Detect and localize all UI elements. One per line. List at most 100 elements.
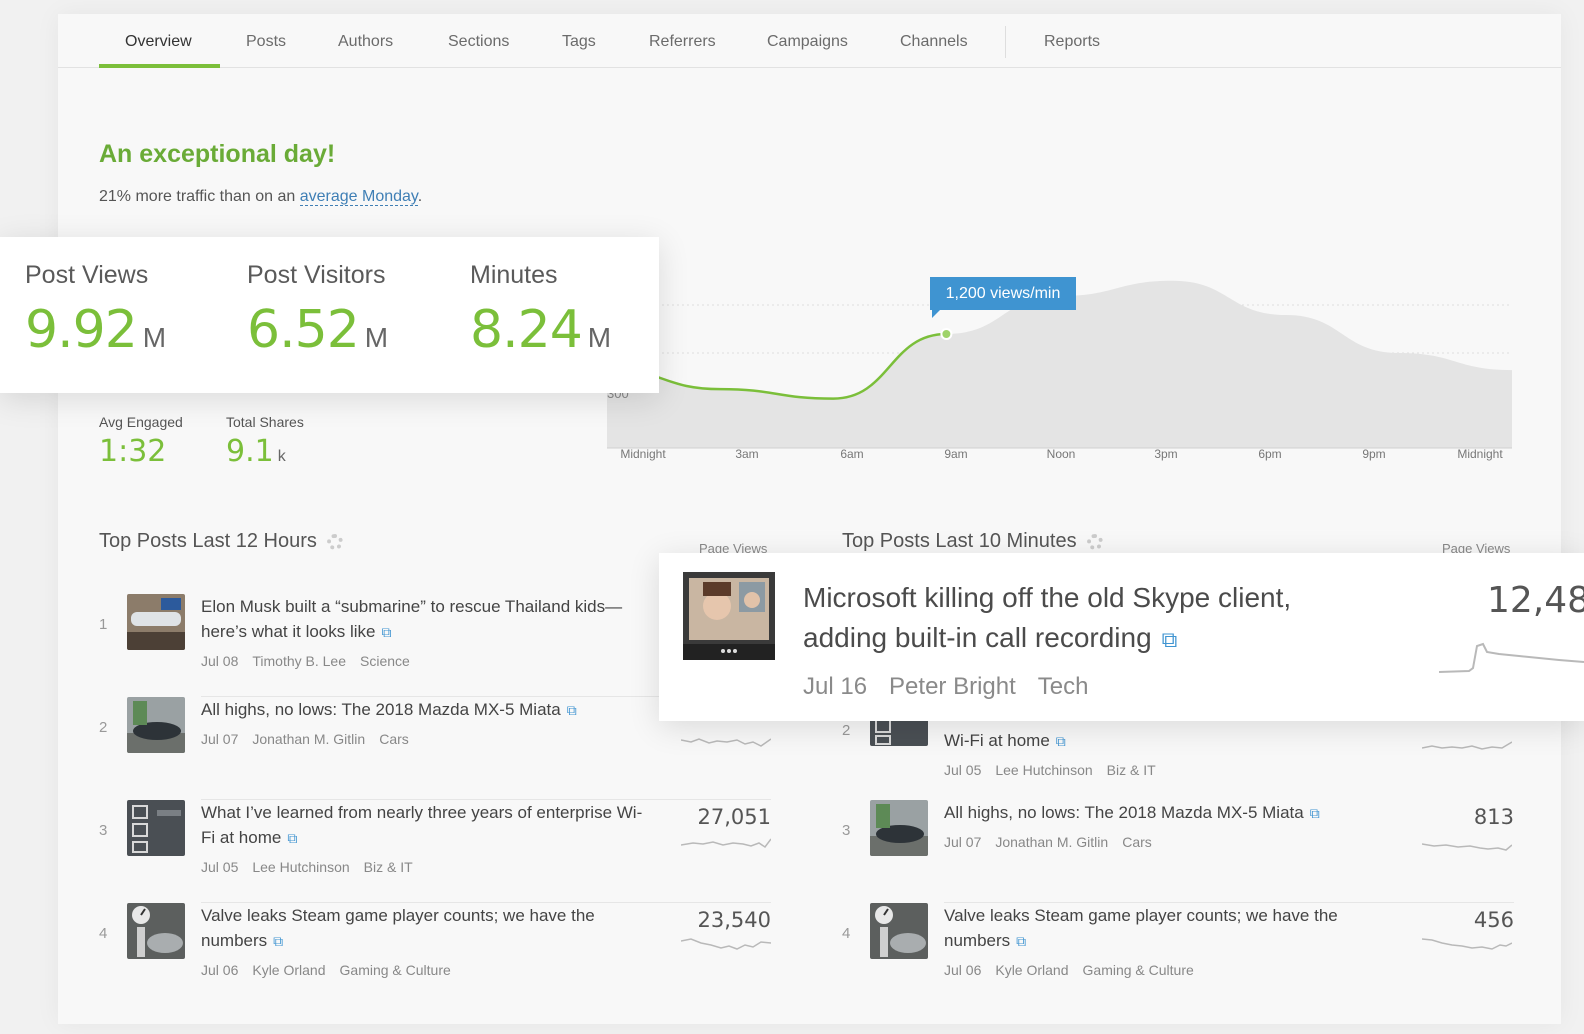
external-link-icon[interactable]: ⧉: [1056, 729, 1066, 754]
post-visitors-label: Post Visitors: [247, 261, 386, 289]
list-item[interactable]: 3 What I’ve learned from nearly three ye…: [99, 800, 771, 903]
avg-engaged-value: 1:32: [99, 434, 167, 469]
post-author[interactable]: Kyle Orland: [995, 962, 1068, 978]
page-views-count: 456: [1473, 908, 1514, 932]
sparkline: [1422, 938, 1512, 950]
rank-number: 4: [842, 925, 851, 942]
external-link-icon[interactable]: ⧉: [382, 620, 392, 645]
top-posts-10m-label: Top Posts Last 10 Minutes: [842, 530, 1077, 552]
external-link-icon[interactable]: ⧉: [567, 698, 577, 723]
post-views-label: Post Views: [25, 261, 149, 289]
post-visitors-value: 6.52: [247, 300, 360, 360]
post-author[interactable]: Lee Hutchinson: [995, 762, 1092, 778]
post-views-stat: Post Views 9.92 M: [25, 261, 166, 360]
post-section[interactable]: Science: [360, 653, 410, 669]
traffic-chart: 300: [606, 280, 1512, 449]
post-author[interactable]: Jonathan M. Gitlin: [995, 834, 1108, 850]
minutes-stat: Minutes 8.24 M: [470, 261, 611, 360]
x-tick-label: 9pm: [1362, 447, 1386, 461]
top-posts-10m-title: Top Posts Last 10 Minutes: [842, 530, 1103, 553]
post-section[interactable]: Gaming & Culture: [340, 962, 451, 978]
post-title-link[interactable]: Valve leaks Steam game player counts; we…: [944, 906, 1338, 950]
gear-icon[interactable]: [326, 533, 343, 550]
post-author[interactable]: Lee Hutchinson: [252, 859, 349, 875]
minutes-unit: M: [587, 322, 612, 353]
featured-post-title[interactable]: Microsoft killing off the old Skype clie…: [803, 578, 1363, 660]
post-author[interactable]: Jonathan M. Gitlin: [252, 731, 365, 747]
post-author[interactable]: Kyle Orland: [252, 962, 325, 978]
post-author[interactable]: Timothy B. Lee: [252, 653, 346, 669]
post-thumbnail: [870, 903, 928, 959]
top-posts-12h-title: Top Posts Last 12 Hours: [99, 530, 343, 553]
rank-number: 3: [99, 822, 108, 839]
x-tick-label: 3pm: [1154, 447, 1178, 461]
post-section[interactable]: Cars: [1122, 834, 1152, 850]
gear-icon[interactable]: [1086, 533, 1103, 550]
post-date: Jul 06: [201, 962, 239, 978]
x-tick-label: Midnight: [1457, 447, 1503, 461]
minutes-value: 8.24: [470, 300, 583, 360]
total-shares-stat: Total Shares 9.1 k: [226, 414, 304, 469]
total-shares-unit: k: [277, 448, 286, 465]
x-tick-label: Midnight: [620, 447, 666, 461]
page-views-count: 23,540: [697, 908, 771, 932]
chart-tooltip-tail: [932, 310, 940, 318]
post-title-link[interactable]: All highs, no lows: The 2018 Mazda MX-5 …: [201, 700, 561, 719]
post-thumbnail: [127, 800, 185, 856]
list-item[interactable]: 4 Valve leaks Steam game player counts; …: [842, 903, 1514, 1006]
external-link-icon[interactable]: ⧉: [1310, 801, 1320, 826]
post-title-link[interactable]: Elon Musk built a “submarine” to rescue …: [201, 597, 622, 641]
page-views-count: 27,051: [697, 805, 771, 829]
post-views-value: 9.92: [25, 300, 138, 360]
post-section[interactable]: Biz & IT: [364, 859, 413, 875]
list-item[interactable]: 4 Valve leaks Steam game player counts; …: [99, 903, 771, 1006]
page-views-count: 813: [1473, 805, 1514, 829]
rank-number: 2: [99, 719, 108, 736]
featured-post-title-text[interactable]: Microsoft killing off the old Skype clie…: [803, 582, 1291, 653]
featured-post-author[interactable]: Peter Bright: [889, 673, 1016, 700]
rank-number: 2: [842, 722, 851, 739]
current-point-marker: [940, 328, 953, 340]
sparkline: [681, 838, 771, 849]
post-section[interactable]: Biz & IT: [1107, 762, 1156, 778]
external-link-icon[interactable]: ⧉: [287, 826, 297, 851]
post-visitors-stat: Post Visitors 6.52 M: [247, 261, 388, 360]
avg-engaged-label: Avg Engaged: [99, 414, 183, 430]
x-tick-label: 9am: [944, 447, 968, 461]
post-date: Jul 05: [201, 859, 239, 875]
post-title-link[interactable]: What I’ve learned from nearly three year…: [201, 803, 642, 847]
post-title-link[interactable]: Valve leaks Steam game player counts; we…: [201, 906, 595, 950]
featured-post-card[interactable]: Microsoft killing off the old Skype clie…: [659, 553, 1584, 721]
post-views-unit: M: [142, 322, 167, 353]
total-shares-label: Total Shares: [226, 414, 304, 430]
featured-sparkline: [1439, 642, 1584, 673]
total-shares-value: 9.1: [226, 434, 274, 469]
external-link-icon[interactable]: ⧉: [1162, 620, 1178, 660]
avg-engaged-stat: Avg Engaged 1:32: [99, 414, 183, 469]
post-thumbnail: [127, 903, 185, 959]
post-title-link[interactable]: Wi-Fi at home: [944, 731, 1050, 750]
x-tick-label: 3am: [735, 447, 759, 461]
sparkline: [1422, 843, 1512, 851]
post-date: Jul 06: [944, 962, 982, 978]
sparkline: [681, 738, 771, 747]
post-thumbnail: [127, 594, 185, 650]
post-visitors-unit: M: [364, 322, 389, 353]
rank-number: 3: [842, 822, 851, 839]
post-section[interactable]: Cars: [379, 731, 409, 747]
post-thumbnail: [870, 800, 928, 856]
x-tick-label: 6am: [840, 447, 864, 461]
x-tick-label: Noon: [1046, 447, 1076, 461]
list-item[interactable]: 3 All highs, no lows: The 2018 Mazda MX-…: [842, 800, 1514, 903]
featured-post-section[interactable]: Tech: [1038, 673, 1089, 700]
featured-post-page-views: 12,484: [1487, 580, 1584, 621]
post-date: Jul 05: [944, 762, 982, 778]
minutes-label: Minutes: [470, 261, 558, 289]
external-link-icon[interactable]: ⧉: [1016, 929, 1026, 954]
post-date: Jul 07: [944, 834, 982, 850]
post-thumbnail: [127, 697, 185, 753]
top-posts-12h-label: Top Posts Last 12 Hours: [99, 530, 317, 552]
external-link-icon[interactable]: ⧉: [273, 929, 283, 954]
post-title-link[interactable]: All highs, no lows: The 2018 Mazda MX-5 …: [944, 803, 1304, 822]
post-section[interactable]: Gaming & Culture: [1083, 962, 1194, 978]
